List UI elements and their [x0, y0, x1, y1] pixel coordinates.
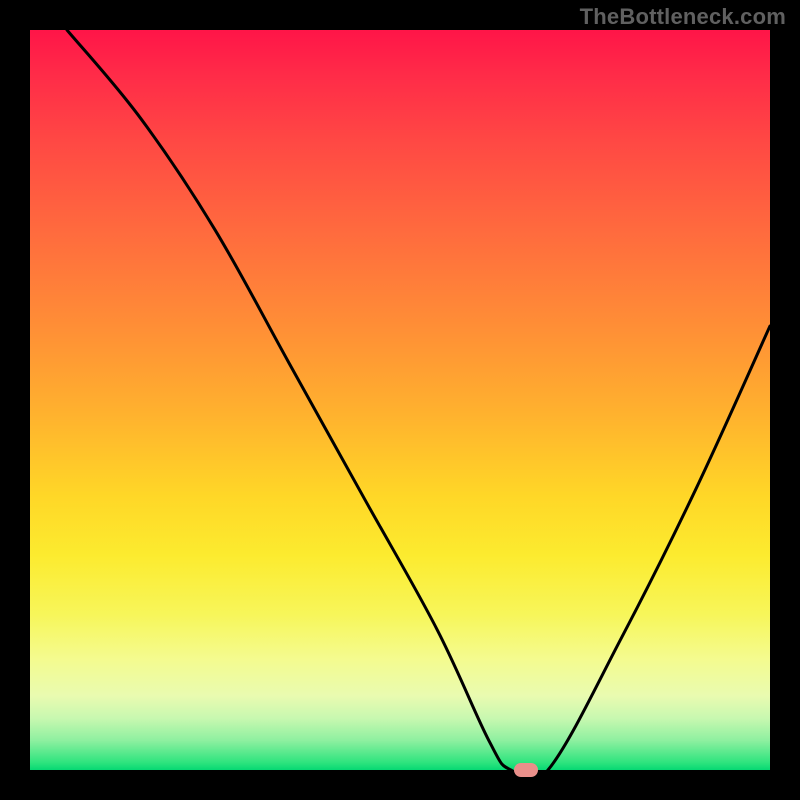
watermark-text: TheBottleneck.com: [580, 4, 786, 30]
plot-area: [30, 30, 770, 770]
curve-svg: [30, 30, 770, 770]
bottleneck-curve: [67, 30, 770, 770]
chart-frame: TheBottleneck.com: [0, 0, 800, 800]
min-marker: [514, 763, 538, 777]
